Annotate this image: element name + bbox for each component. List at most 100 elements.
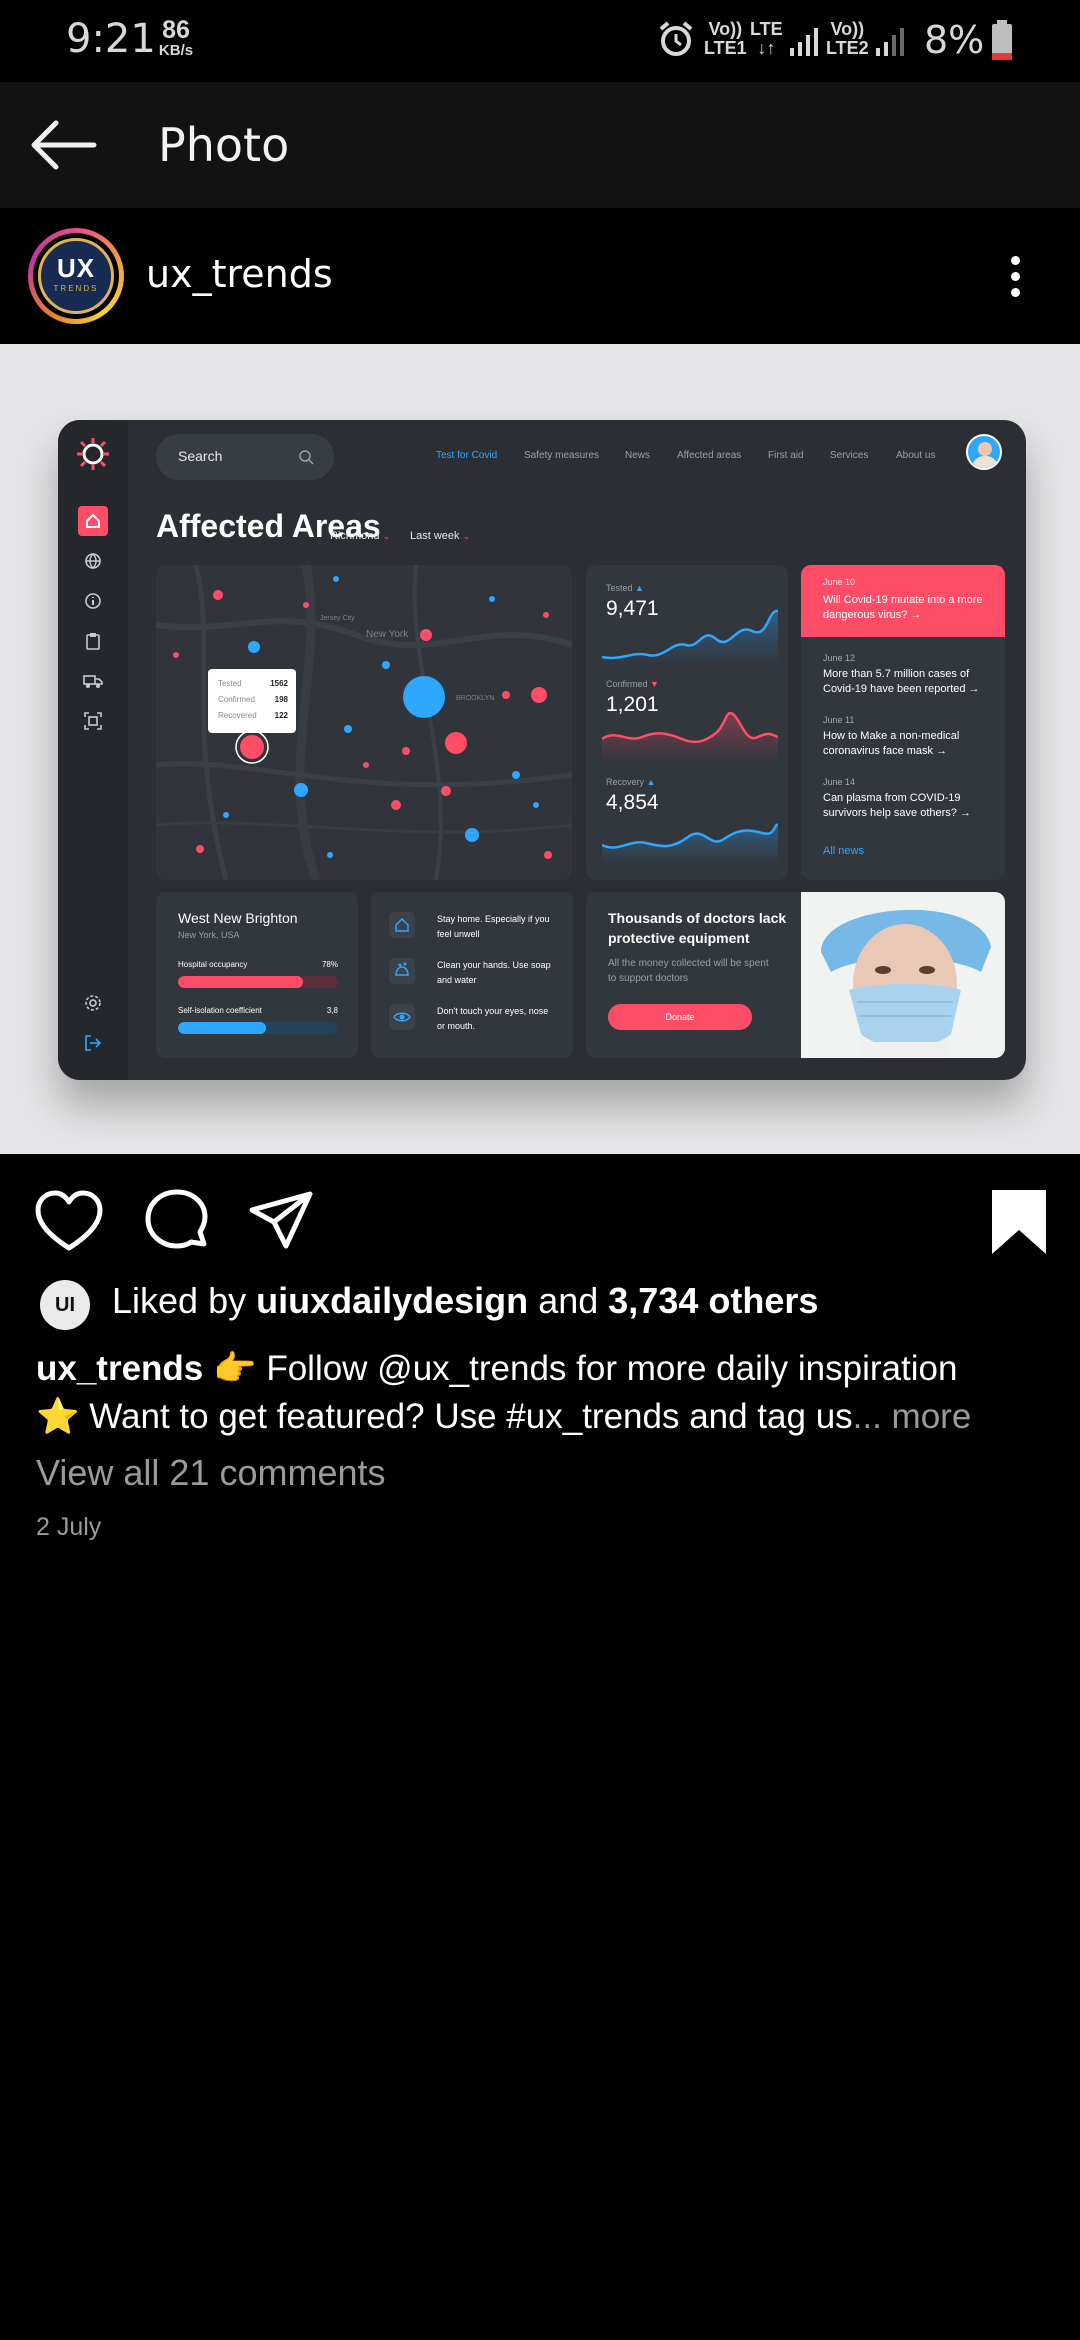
map-marker[interactable] bbox=[465, 828, 479, 842]
info-icon[interactable] bbox=[78, 586, 108, 616]
page-title: Photo bbox=[158, 118, 290, 172]
map-label: Jersey City bbox=[320, 615, 355, 622]
map-marker[interactable] bbox=[173, 652, 179, 658]
clipboard-icon[interactable] bbox=[78, 626, 108, 656]
region-subtitle: New York, USA bbox=[178, 930, 240, 940]
dashboard-search-input[interactable]: Search bbox=[156, 434, 334, 480]
map-marker[interactable] bbox=[445, 732, 467, 754]
comment-icon[interactable] bbox=[142, 1188, 212, 1258]
map-marker[interactable] bbox=[363, 762, 369, 768]
truck-icon[interactable] bbox=[78, 666, 108, 696]
region-name: West New Brighton bbox=[178, 910, 298, 926]
more-options-icon[interactable] bbox=[1000, 256, 1030, 304]
dashboard-sidebar bbox=[58, 420, 128, 1080]
view-comments-link[interactable]: View all 21 comments bbox=[36, 1452, 386, 1494]
caption-username[interactable]: ux_trends bbox=[36, 1349, 203, 1388]
nav-first-aid[interactable]: First aid bbox=[768, 450, 804, 461]
nav-news[interactable]: News bbox=[625, 450, 650, 461]
stat-label-tested: Tested ▲ bbox=[606, 583, 644, 593]
status-bar: 9:21 86 KB/s Vo)) LTE1 LTE ↓↑ Vo)) LTE2 … bbox=[0, 0, 1080, 82]
affected-areas-map[interactable]: New York BROOKLYN Jersey City Tested 1562… bbox=[156, 565, 572, 880]
tip-text: Stay home. Especially if you feel unwell bbox=[437, 914, 550, 939]
sim1-indicator: Vo)) LTE1 bbox=[704, 19, 747, 58]
battery-percent: 8% bbox=[924, 18, 985, 62]
arrow-left-icon[interactable] bbox=[28, 118, 98, 172]
user-avatar[interactable] bbox=[966, 434, 1002, 470]
post-actions bbox=[0, 1154, 1080, 1278]
news-title[interactable]: How to Make a non-medical coronavirus fa… bbox=[823, 729, 993, 759]
news-card: June 10 Will Covid-19 mutate into a more… bbox=[801, 565, 1005, 880]
map-marker[interactable] bbox=[223, 812, 229, 818]
all-news-link[interactable]: All news bbox=[823, 845, 864, 857]
map-marker[interactable] bbox=[294, 783, 308, 797]
donate-subtitle: All the money collected will be spent to… bbox=[608, 958, 769, 984]
donate-title: Thousands of doctors lack protective equ… bbox=[608, 910, 787, 946]
house-icon bbox=[389, 912, 415, 938]
home-icon[interactable] bbox=[78, 506, 108, 536]
caption-more-link[interactable]: ... more bbox=[853, 1397, 972, 1436]
post-date: 2 July bbox=[36, 1513, 102, 1541]
post-username[interactable]: ux_trends bbox=[146, 252, 333, 296]
map-marker[interactable] bbox=[248, 641, 260, 653]
likes-text[interactable]: Liked by uiuxdailydesign and 3,734 other… bbox=[112, 1280, 818, 1322]
news-date: June 14 bbox=[823, 777, 856, 787]
sim2-indicator: Vo)) LTE2 bbox=[826, 19, 869, 58]
liker-username[interactable]: uiuxdailydesign bbox=[256, 1280, 528, 1321]
map-marker[interactable] bbox=[213, 590, 223, 600]
map-marker[interactable] bbox=[402, 747, 410, 755]
map-marker[interactable] bbox=[382, 661, 390, 669]
map-marker[interactable] bbox=[344, 725, 352, 733]
post-image[interactable]: Search Test for Covid Safety measures Ne… bbox=[0, 344, 1080, 1154]
heart-icon[interactable] bbox=[34, 1188, 104, 1258]
map-marker[interactable] bbox=[543, 612, 549, 618]
map-marker[interactable] bbox=[333, 576, 339, 582]
likes-count[interactable]: 3,734 others bbox=[608, 1280, 818, 1321]
globe-icon[interactable] bbox=[78, 546, 108, 576]
news-title[interactable]: More than 5.7 million cases of Covid-19 … bbox=[823, 667, 993, 697]
news-title[interactable]: Can plasma from COVID-19 survivors help … bbox=[823, 791, 993, 821]
nav-services[interactable]: Services bbox=[830, 450, 868, 461]
tip-text: Don't touch your eyes, nose or mouth. bbox=[437, 1006, 549, 1031]
search-icon bbox=[299, 450, 314, 465]
settings-icon[interactable] bbox=[78, 988, 108, 1018]
caption-line-2: ⭐ Want to get featured? Use #ux_trends a… bbox=[36, 1397, 972, 1436]
map-marker[interactable] bbox=[196, 845, 204, 853]
map-marker[interactable] bbox=[240, 735, 264, 759]
map-marker[interactable] bbox=[512, 771, 520, 779]
share-icon[interactable] bbox=[246, 1188, 316, 1258]
period-select[interactable]: Last week ⌄ bbox=[410, 530, 470, 542]
recovery-sparkline bbox=[602, 823, 778, 863]
map-marker[interactable] bbox=[544, 851, 552, 859]
nav-safety-measures[interactable]: Safety measures bbox=[524, 450, 599, 461]
map-marker[interactable] bbox=[441, 786, 451, 796]
map-marker[interactable] bbox=[531, 687, 547, 703]
logout-icon[interactable] bbox=[78, 1028, 108, 1058]
liker-avatar[interactable]: UI bbox=[40, 1280, 90, 1330]
chevron-down-icon: ⌄ bbox=[462, 531, 471, 541]
confirmed-sparkline bbox=[602, 711, 778, 763]
map-marker[interactable] bbox=[502, 691, 510, 699]
nav-affected-areas[interactable]: Affected areas bbox=[677, 450, 741, 461]
scan-icon[interactable] bbox=[78, 706, 108, 736]
map-tooltip: Tested 1562 Confirmed 198 Recovered 122 bbox=[208, 669, 296, 733]
location-select[interactable]: Richmond ⌄ bbox=[330, 530, 390, 542]
map-marker[interactable] bbox=[420, 629, 432, 641]
map-marker[interactable] bbox=[391, 800, 401, 810]
avatar[interactable]: UX TRENDS bbox=[28, 228, 124, 324]
map-marker[interactable] bbox=[533, 802, 539, 808]
signal-icon bbox=[876, 28, 904, 56]
map-marker[interactable] bbox=[403, 676, 445, 718]
donate-button[interactable]: Donate bbox=[608, 1004, 752, 1030]
isolation-bar bbox=[178, 1022, 338, 1034]
bookmark-icon[interactable] bbox=[984, 1188, 1054, 1258]
tips-card: Stay home. Especially if you feel unwell… bbox=[371, 892, 573, 1058]
map-marker[interactable] bbox=[489, 596, 495, 602]
map-label: New York bbox=[366, 629, 409, 640]
nav-about-us[interactable]: About us bbox=[896, 450, 935, 461]
hospital-occupancy-label: Hospital occupancy bbox=[178, 960, 248, 969]
nav-test-for-covid[interactable]: Test for Covid bbox=[436, 450, 497, 461]
map-marker[interactable] bbox=[327, 852, 333, 858]
map-marker[interactable] bbox=[303, 602, 309, 608]
avatar-subtext: TRENDS bbox=[53, 284, 99, 293]
news-highlight[interactable]: June 10 Will Covid-19 mutate into a more… bbox=[801, 565, 1005, 637]
